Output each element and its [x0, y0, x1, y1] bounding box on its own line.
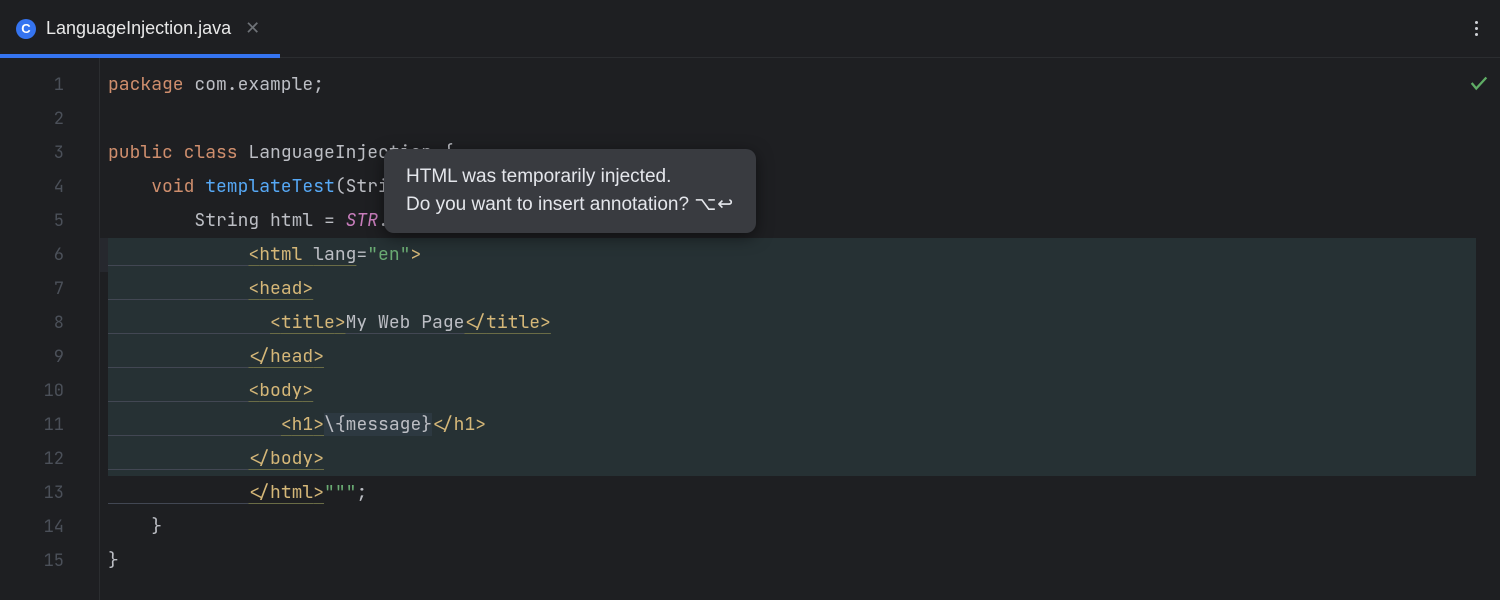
code-line: }: [100, 510, 1500, 544]
tab-group: C LanguageInjection.java ✕: [0, 0, 280, 57]
line-number[interactable]: 11: [0, 408, 99, 442]
code-line: public class LanguageInjection {: [100, 136, 1500, 170]
tooltip-line1: HTML was temporarily injected.: [406, 163, 734, 191]
line-number[interactable]: 9: [0, 340, 99, 374]
line-number[interactable]: 7: [0, 272, 99, 306]
code-line: </body>: [100, 442, 1500, 476]
class-icon: C: [16, 19, 36, 39]
tab-title: LanguageInjection.java: [46, 18, 231, 39]
code-line: <h1>\{message}</h1>: [100, 408, 1500, 442]
editor: 1 2 3 4 5 6 7 8 9 10 11 12 13 14 15 pack…: [0, 58, 1500, 600]
tab-bar: C LanguageInjection.java ✕: [0, 0, 1500, 58]
line-number[interactable]: 2: [0, 102, 99, 136]
line-number[interactable]: 10: [0, 374, 99, 408]
code-line: package com.example;: [100, 68, 1500, 102]
gutter: 1 2 3 4 5 6 7 8 9 10 11 12 13 14 15: [0, 58, 100, 600]
code-line: </head>: [100, 340, 1500, 374]
code-line: <html lang="en">: [100, 238, 1500, 272]
line-number[interactable]: 13: [0, 476, 99, 510]
tooltip-line2: Do you want to insert annotation? ⌥↩: [406, 191, 734, 219]
file-tab[interactable]: C LanguageInjection.java ✕: [0, 0, 280, 57]
close-icon[interactable]: ✕: [241, 14, 264, 43]
shortcut-hint: ⌥↩: [694, 194, 734, 215]
code-line: void templateTest(String message) {: [100, 170, 1500, 204]
kebab-menu-icon[interactable]: [1453, 21, 1500, 36]
code-line: <body>: [100, 374, 1500, 408]
code-line: }: [100, 544, 1500, 578]
line-number[interactable]: 5: [0, 204, 99, 238]
line-number[interactable]: 14: [0, 510, 99, 544]
injection-tooltip[interactable]: HTML was temporarily injected. Do you wa…: [384, 149, 756, 233]
line-number[interactable]: 1: [0, 68, 99, 102]
line-number[interactable]: 8: [0, 306, 99, 340]
code-line: <head>: [100, 272, 1500, 306]
inspection-ok-icon[interactable]: [1468, 72, 1490, 100]
line-number[interactable]: 3: [0, 136, 99, 170]
line-number[interactable]: 15: [0, 544, 99, 578]
code-area[interactable]: package com.example; public class Langua…: [100, 58, 1500, 600]
line-number[interactable]: 6: [0, 238, 99, 272]
line-number[interactable]: 4: [0, 170, 99, 204]
code-line: String html = STR.""": [100, 204, 1500, 238]
code-line: <title>My Web Page</title>: [100, 306, 1500, 340]
code-line: [100, 102, 1500, 136]
code-line: </html>""";: [100, 476, 1500, 510]
line-number[interactable]: 12: [0, 442, 99, 476]
